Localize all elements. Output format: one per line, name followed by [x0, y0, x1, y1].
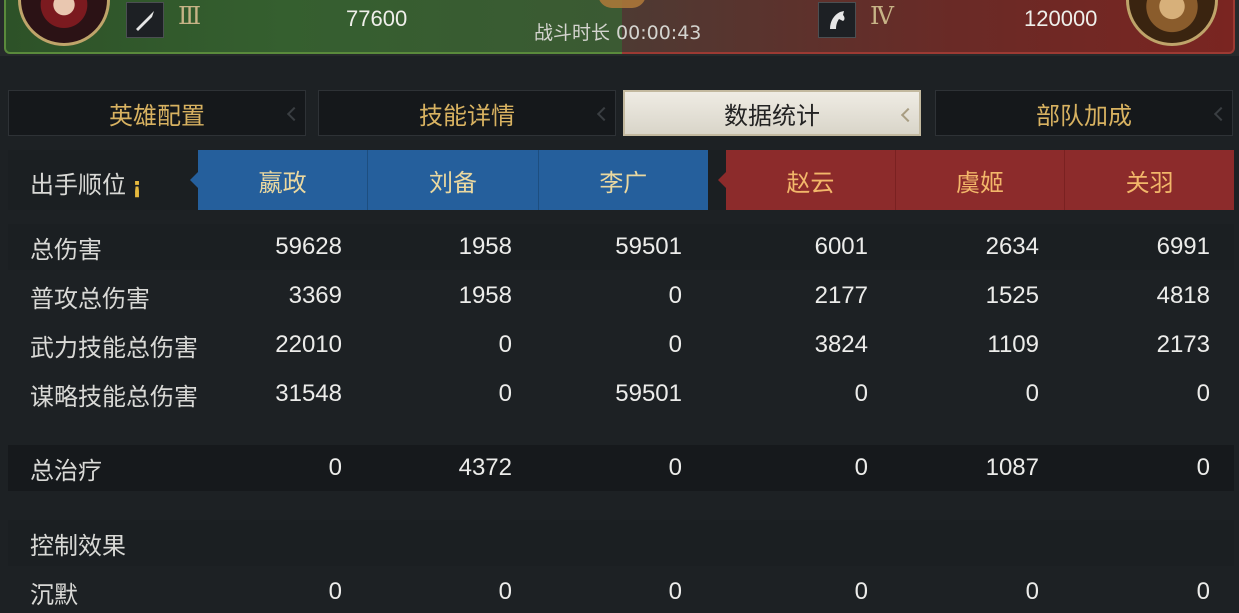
row-label: 沉默	[30, 580, 78, 609]
section-header: 控制效果	[8, 520, 1234, 566]
row-label: 谋略技能总伤害	[30, 382, 198, 411]
section-label: 控制效果	[30, 531, 126, 560]
spear-icon	[126, 2, 164, 38]
row-label: 总伤害	[30, 235, 102, 264]
report-tabs: 英雄配置 技能详情 数据统计 部队加成	[8, 90, 1233, 136]
stat-value: 1525	[985, 282, 1039, 309]
ally-tier: Ⅲ	[178, 2, 202, 30]
row-label: 总治疗	[30, 456, 102, 485]
table-row: 普攻总伤害 3369 1958 0 2177 1525 4818	[8, 273, 1234, 319]
stat-value: 0	[668, 578, 682, 605]
stat-value: 0	[668, 331, 682, 358]
stat-value: 0	[668, 282, 682, 309]
stat-value: 6991	[1156, 233, 1210, 260]
stat-value: 6001	[814, 233, 868, 260]
enemy-troop-count: 120000	[1024, 6, 1098, 31]
hero-name[interactable]: 刘备	[368, 150, 539, 210]
stat-value: 0	[1196, 380, 1210, 407]
row-label: 普攻总伤害	[30, 284, 150, 313]
table-row: 武力技能总伤害 22010 0 0 3824 1109 2173	[8, 322, 1234, 368]
hero-name[interactable]: 赵云	[726, 150, 896, 210]
stat-value: 59501	[615, 380, 682, 407]
tab-troop-bonus[interactable]: 部队加成	[935, 90, 1233, 136]
tab-hero-config[interactable]: 英雄配置	[8, 90, 306, 136]
stat-value: 1958	[458, 282, 512, 309]
stat-value: 1958	[458, 233, 512, 260]
stat-value: 31548	[275, 380, 342, 407]
row-label: 武力技能总伤害	[30, 333, 198, 362]
stat-value: 0	[498, 331, 512, 358]
hero-order-row: 出手顺位 ¡ 嬴政 刘备 李广 赵云 虞姬 关羽	[8, 150, 1234, 210]
stat-value: 0	[854, 454, 868, 481]
ally-heroes: 嬴政 刘备 李广	[190, 150, 708, 210]
battle-duration: 战斗时长 00:00:43	[534, 22, 702, 44]
stat-value: 59628	[275, 233, 342, 260]
stat-value: 22010	[275, 331, 342, 358]
stat-value: 4818	[1156, 282, 1210, 309]
tab-data-stats[interactable]: 数据统计	[623, 90, 921, 136]
stat-value: 3824	[814, 331, 868, 358]
stat-value: 0	[668, 454, 682, 481]
stat-value: 0	[854, 578, 868, 605]
tab-skill-details[interactable]: 技能详情	[318, 90, 616, 136]
stat-value: 0	[328, 578, 342, 605]
stat-value: 59501	[615, 233, 682, 260]
table-row: 总伤害 59628 1958 59501 6001 2634 6991	[8, 224, 1234, 270]
enemy-heroes: 赵云 虞姬 关羽	[718, 150, 1234, 210]
stat-value: 2177	[814, 282, 868, 309]
stat-value: 2173	[1156, 331, 1210, 358]
hero-name[interactable]: 李广	[539, 150, 708, 210]
stat-value: 1109	[987, 331, 1039, 358]
stat-value: 0	[1025, 380, 1039, 407]
order-label: 出手顺位 ¡	[30, 171, 143, 199]
ally-troop-count: 77600	[346, 6, 408, 31]
stat-value: 0	[498, 578, 512, 605]
stat-value: 4372	[458, 454, 512, 481]
stat-value: 0	[854, 380, 868, 407]
hero-name[interactable]: 关羽	[1065, 150, 1234, 210]
info-icon[interactable]: ¡	[132, 174, 142, 199]
stat-value: 2634	[985, 233, 1039, 260]
stat-value: 0	[1025, 578, 1039, 605]
stat-value: 0	[1196, 578, 1210, 605]
battle-banner: Ⅲ 77600 战斗时长 00:00:43 Ⅳ 120000	[0, 0, 1239, 56]
table-row: 沉默 0 0 0 0 0 0	[8, 569, 1234, 613]
stat-value: 0	[498, 380, 512, 407]
stat-value: 3369	[288, 282, 342, 309]
enemy-tier: Ⅳ	[870, 2, 894, 30]
stat-value: 0	[328, 454, 342, 481]
hero-name[interactable]: 虞姬	[896, 150, 1066, 210]
table-row: 谋略技能总伤害 31548 0 59501 0 0 0	[8, 371, 1234, 417]
hero-name[interactable]: 嬴政	[198, 150, 369, 210]
stat-value: 0	[1196, 454, 1210, 481]
horse-icon	[818, 2, 856, 38]
table-row: 总治疗 0 4372 0 0 1087 0	[8, 445, 1234, 491]
stat-value: 1087	[985, 454, 1039, 481]
